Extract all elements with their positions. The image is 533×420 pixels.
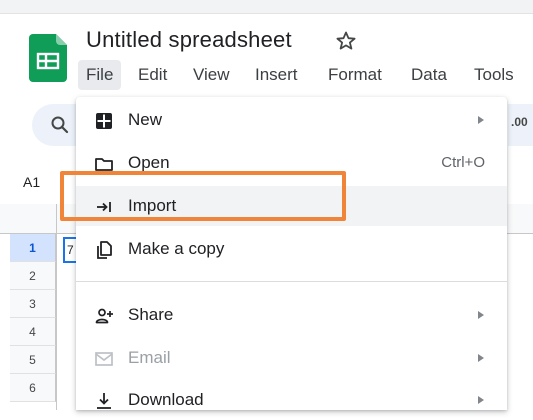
row-header-4[interactable]: 4 <box>10 318 56 346</box>
menu-item-email: Email <box>76 338 507 378</box>
menu-item-open-label: Open <box>128 153 170 172</box>
menu-item-download[interactable]: Download <box>76 380 507 420</box>
row-header-2[interactable]: 2 <box>10 262 56 290</box>
menu-format[interactable]: Format <box>320 60 390 90</box>
menu-tools[interactable]: Tools <box>466 60 522 90</box>
row-header-5[interactable]: 5 <box>10 346 56 374</box>
increase-decimal-button[interactable]: .00 <box>511 115 528 129</box>
submenu-arrow-icon <box>478 311 484 319</box>
star-icon[interactable] <box>334 29 358 53</box>
browser-top-strip <box>0 0 533 14</box>
file-menu-dropdown: New Open Ctrl+O Import Make a copy Share… <box>76 97 507 410</box>
menu-item-make-copy-label: Make a copy <box>128 239 225 258</box>
submenu-arrow-icon <box>478 396 484 404</box>
import-highlight-annotation <box>60 171 346 221</box>
submenu-arrow-icon <box>478 354 484 362</box>
menu-item-email-label: Email <box>128 348 171 367</box>
row-header-divider <box>56 204 57 410</box>
row-header-1[interactable]: 1 <box>10 234 56 262</box>
menu-view[interactable]: View <box>185 60 238 90</box>
menu-item-make-copy[interactable]: Make a copy <box>76 229 507 269</box>
document-title[interactable]: Untitled spreadsheet <box>86 27 292 53</box>
submenu-arrow-icon <box>478 116 484 124</box>
menu-insert[interactable]: Insert <box>247 60 306 90</box>
name-box[interactable]: A1 <box>23 174 40 190</box>
menu-item-new[interactable]: New <box>76 100 507 140</box>
menu-item-share-label: Share <box>128 305 174 324</box>
sheets-logo-icon[interactable] <box>29 34 69 82</box>
email-icon <box>95 352 113 366</box>
row-header-3[interactable]: 3 <box>10 290 56 318</box>
new-sheet-icon <box>96 113 112 129</box>
menu-item-share[interactable]: Share <box>76 295 507 335</box>
download-icon <box>97 393 111 409</box>
share-person-icon <box>95 308 113 324</box>
menu-item-new-label: New <box>128 110 163 129</box>
menu-file[interactable]: File <box>78 60 122 90</box>
search-icon <box>51 116 69 134</box>
copy-icon <box>97 241 112 259</box>
menu-separator <box>76 281 507 282</box>
row-header-6[interactable]: 6 <box>10 374 56 402</box>
menu-data[interactable]: Data <box>403 60 455 90</box>
open-shortcut: Ctrl+O <box>441 154 485 171</box>
menu-edit[interactable]: Edit <box>130 60 175 90</box>
menu-item-download-label: Download <box>128 390 204 409</box>
